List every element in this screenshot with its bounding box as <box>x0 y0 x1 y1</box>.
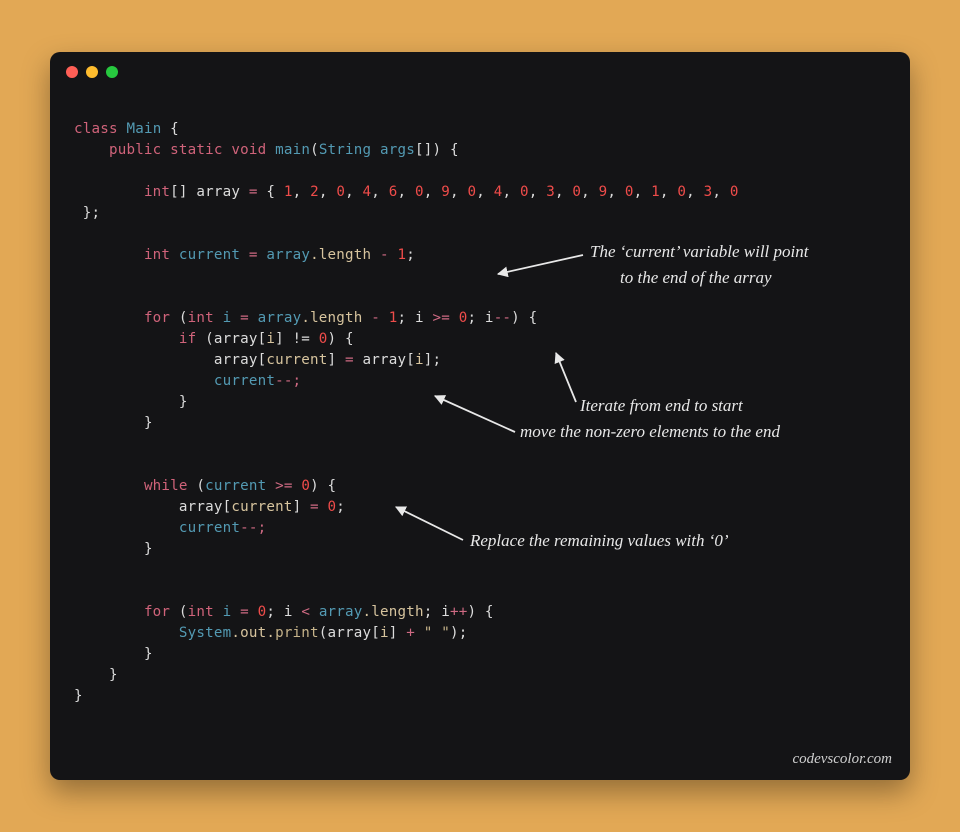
close-icon[interactable] <box>66 66 78 78</box>
annotation-current: The ‘current’ variable will point to the… <box>590 239 880 291</box>
zoom-icon[interactable] <box>106 66 118 78</box>
minimize-icon[interactable] <box>86 66 98 78</box>
annotation-replace: Replace the remaining values with ‘0’ <box>470 528 830 554</box>
window-titlebar <box>50 52 910 78</box>
class-name: Main <box>126 121 161 137</box>
annotation-iterate: Iterate from end to start move the non-z… <box>580 393 900 445</box>
credit-text: codevscolor.com <box>792 751 892 768</box>
kw-class: class <box>74 121 118 137</box>
code-window: class Main { public static void main(Str… <box>50 52 910 780</box>
array-literal: 1, 2, 0, 4, 6, 0, 9, 0, 4, 0, 3, 0, 9, 0… <box>284 184 739 200</box>
